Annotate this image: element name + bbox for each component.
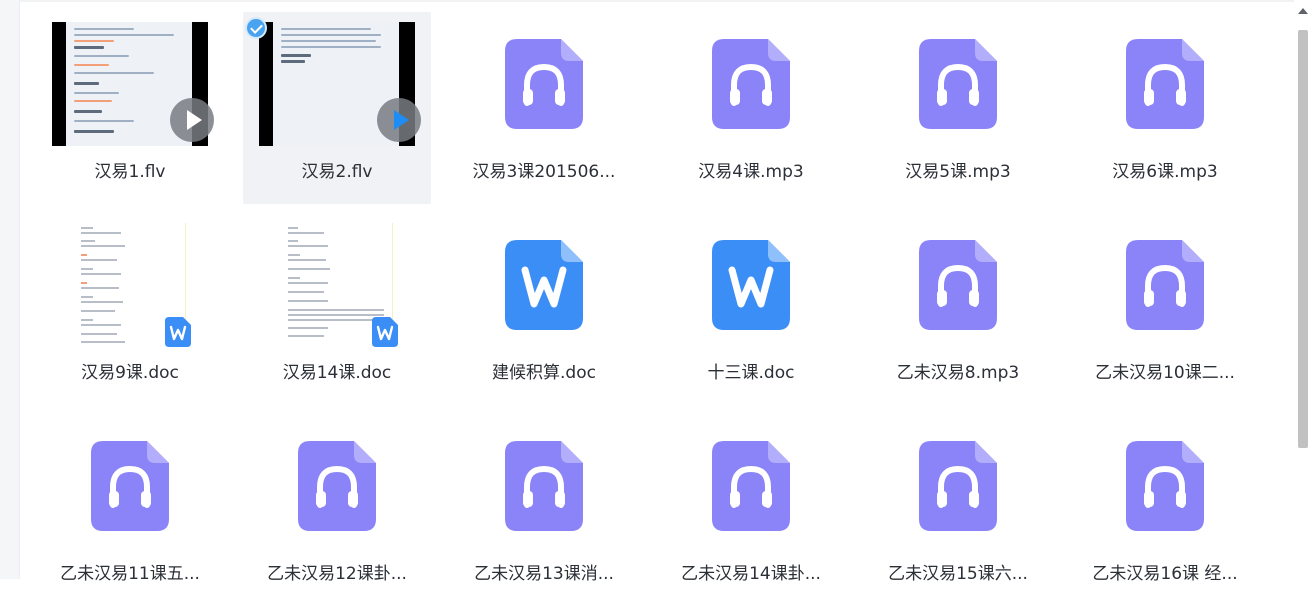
word-file-icon	[712, 240, 790, 330]
play-icon[interactable]	[377, 98, 421, 142]
file-name: 汉易6课.mp3	[1112, 162, 1218, 182]
headphones-file-icon	[1126, 39, 1204, 129]
file-name: 汉易4课.mp3	[698, 162, 804, 182]
file-tile[interactable]: 乙未汉易10课二...	[1071, 213, 1259, 405]
file-tile[interactable]: 乙未汉易13课消...	[450, 414, 638, 606]
headphones-file-icon	[505, 39, 583, 129]
file-name: 乙未汉易14课卦...	[681, 564, 821, 584]
headphones-file-icon	[1126, 441, 1204, 531]
file-name: 乙未汉易15课六...	[888, 564, 1028, 584]
file-name: 乙未汉易16课 经...	[1092, 564, 1238, 584]
file-name: 汉易2.flv	[301, 162, 373, 182]
word-badge-icon	[164, 317, 191, 347]
file-name: 乙未汉易12课卦...	[267, 564, 407, 584]
scroll-up-arrow-icon[interactable]	[1298, 8, 1308, 14]
file-name: 汉易14课.doc	[282, 363, 392, 383]
headphones-file-icon	[712, 441, 790, 531]
file-name: 乙未汉易8.mp3	[896, 363, 1020, 383]
headphones-file-icon	[919, 441, 997, 531]
file-tile[interactable]: 乙未汉易12课卦...	[243, 414, 431, 606]
headphones-file-icon	[298, 441, 376, 531]
scroll-thumb[interactable]	[1298, 30, 1308, 448]
file-tile[interactable]: 乙未汉易8.mp3	[864, 213, 1052, 405]
file-tile[interactable]: 十三课.doc	[657, 213, 845, 405]
file-tile[interactable]: 汉易14课.doc	[243, 213, 431, 405]
file-tile[interactable]: 乙未汉易11课五...	[36, 414, 224, 606]
file-tile[interactable]: 汉易5课.mp3	[864, 12, 1052, 204]
headphones-file-icon	[91, 441, 169, 531]
check-icon[interactable]	[245, 17, 267, 39]
file-name: 汉易1.flv	[94, 162, 166, 182]
file-tile[interactable]: 乙未汉易15课六...	[864, 414, 1052, 606]
headphones-file-icon	[919, 39, 997, 129]
file-tile[interactable]: 乙未汉易14课卦...	[657, 414, 845, 606]
file-name: 汉易3课201506...	[472, 162, 616, 182]
headphones-file-icon	[505, 441, 583, 531]
file-tile[interactable]: 汉易3课201506...	[450, 12, 638, 204]
file-grid: 汉易1.flv 汉易2.flv 汉易3课201506... 汉易4课.mp3 汉…	[36, 12, 1259, 606]
file-tile[interactable]: 建候积算.doc	[450, 213, 638, 405]
file-name: 乙未汉易11课五...	[60, 564, 200, 584]
document-thumbnail	[281, 223, 398, 347]
file-name: 汉易5课.mp3	[905, 162, 1011, 182]
file-name: 十三课.doc	[707, 363, 795, 383]
video-thumbnail	[259, 22, 421, 146]
headphones-file-icon	[919, 240, 997, 330]
play-icon[interactable]	[170, 98, 214, 142]
file-tile-selected[interactable]: 汉易2.flv	[243, 12, 431, 204]
file-tile[interactable]: 汉易1.flv	[36, 12, 224, 204]
file-tile[interactable]: 汉易6课.mp3	[1071, 12, 1259, 204]
file-name: 汉易9课.doc	[81, 363, 179, 383]
headphones-file-icon	[712, 39, 790, 129]
left-pane-edge	[0, 0, 20, 579]
file-name: 建候积算.doc	[492, 363, 596, 383]
file-tile[interactable]: 乙未汉易16课 经...	[1071, 414, 1259, 606]
word-file-icon	[505, 240, 583, 330]
file-tile[interactable]: 汉易4课.mp3	[657, 12, 845, 204]
file-name: 乙未汉易13课消...	[474, 564, 614, 584]
headphones-file-icon	[1126, 240, 1204, 330]
video-thumbnail	[52, 22, 214, 146]
file-tile[interactable]: 汉易9课.doc	[36, 213, 224, 405]
word-badge-icon	[371, 317, 398, 347]
document-thumbnail	[74, 223, 191, 347]
file-name: 乙未汉易10课二...	[1095, 363, 1235, 383]
vertical-scrollbar[interactable]	[1294, 0, 1312, 579]
top-divider	[20, 0, 1294, 2]
